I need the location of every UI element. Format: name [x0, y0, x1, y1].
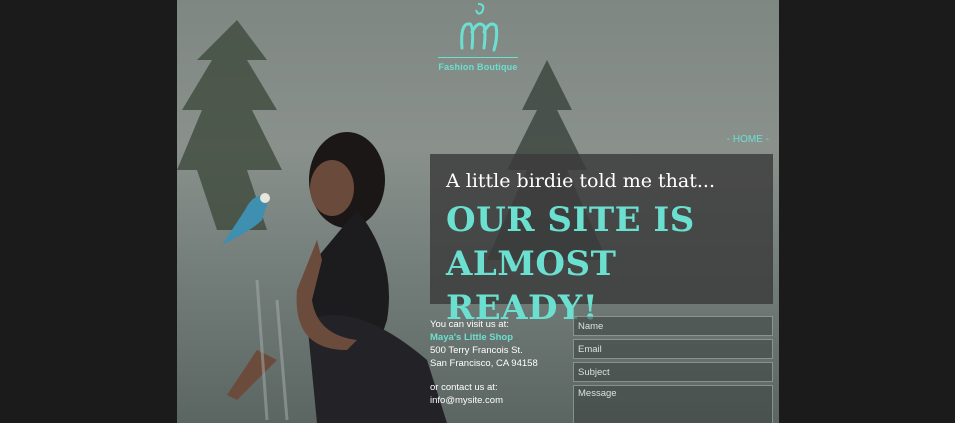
nav-home-link[interactable]: - HOME - — [727, 134, 769, 145]
left-margin — [0, 0, 177, 423]
logo-monogram-icon — [460, 3, 499, 52]
hero-stage: Fashion Boutique - HOME - A little birdi… — [177, 0, 779, 423]
woman-with-bird-photo — [222, 132, 447, 423]
address-line-1: 500 Terry Francois St. — [430, 345, 523, 356]
visit-label: You can visit us at: — [430, 319, 509, 330]
shop-name: Maya's Little Shop — [430, 332, 514, 343]
right-margin — [779, 0, 955, 423]
announcement-panel: A little birdie told me that... OUR SITE… — [430, 154, 773, 328]
address-line-2: San Francisco, CA 94158 — [430, 358, 538, 369]
tagline: A little birdie told me that... — [446, 170, 715, 192]
name-input[interactable] — [573, 316, 773, 336]
headline: OUR SITE IS ALMOST READY! — [446, 198, 773, 330]
email-link[interactable]: info@mysite.com — [430, 394, 560, 407]
page: Fashion Boutique - HOME - A little birdi… — [0, 0, 955, 423]
brand-logo[interactable]: Fashion Boutique — [435, 2, 521, 72]
headline-line-1: OUR SITE IS — [446, 200, 695, 240]
logo-divider — [438, 57, 518, 58]
logo-text: Fashion Boutique — [438, 62, 518, 72]
contact-info: You can visit us at: Maya's Little Shop … — [430, 318, 560, 407]
subject-input[interactable] — [573, 362, 773, 382]
contact-label: or contact us at: — [430, 382, 498, 393]
contact-form — [573, 316, 773, 423]
message-textarea[interactable] — [573, 385, 773, 423]
email-input[interactable] — [573, 339, 773, 359]
